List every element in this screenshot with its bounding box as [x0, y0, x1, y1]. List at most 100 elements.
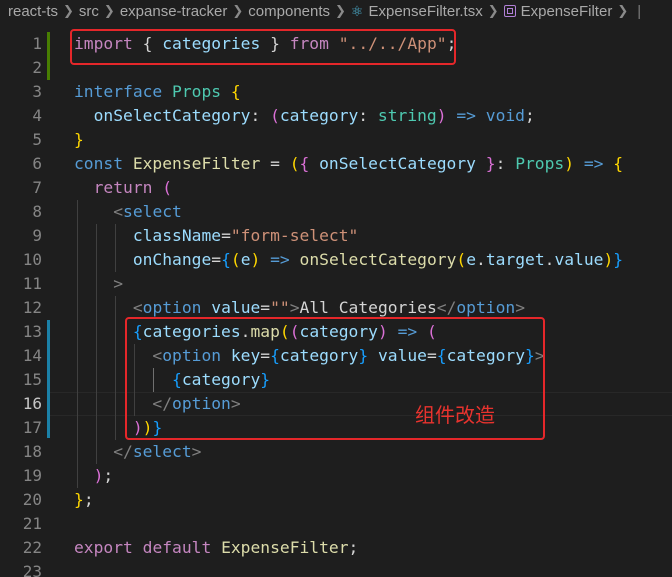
token: ( [230, 250, 241, 269]
token: > [191, 442, 202, 461]
token: : [495, 154, 516, 173]
line-number: 5 [32, 130, 42, 149]
code-line-3: interface Props { [74, 80, 241, 104]
token: onSelectCategory [319, 154, 476, 173]
token: : [358, 106, 378, 125]
token: > [113, 274, 124, 293]
line-number-active: 16 [22, 394, 42, 413]
token: . [544, 250, 555, 269]
breadcrumb-item-file[interactable]: ExpenseFilter.tsx [368, 3, 482, 20]
token: { [299, 154, 310, 173]
token: </ [113, 442, 133, 461]
token: ExpenseFilter [221, 538, 349, 557]
line-number: 13 [22, 322, 42, 341]
token: </ [436, 298, 457, 317]
token: > [289, 298, 300, 317]
line-number: 14 [22, 346, 42, 365]
line-number: 21 [22, 514, 42, 533]
chevron-right-icon: ❯ [335, 3, 346, 18]
line-number: 9 [32, 226, 42, 245]
chevron-right-icon: ❯ [103, 3, 115, 18]
git-added-indicator[interactable] [47, 32, 50, 80]
token: = [221, 226, 231, 245]
code-line-11: > [74, 272, 123, 296]
line-number: 18 [22, 442, 42, 461]
symbol-variable-icon [503, 5, 516, 17]
code-line-18: </select> [74, 440, 201, 464]
breadcrumb-item-react-ts[interactable]: react-ts [8, 3, 58, 20]
token: All Categories [299, 298, 437, 317]
token: ; [348, 538, 359, 557]
token: interface [74, 82, 163, 101]
token: e [240, 250, 251, 269]
annotation-label: 组件改造 [415, 403, 495, 427]
token: ( [162, 178, 173, 197]
token: ; [524, 106, 535, 125]
token: ExpenseFilter [132, 154, 261, 173]
token: "form-select" [230, 226, 359, 245]
token: const [74, 154, 124, 173]
breadcrumb-overflow: | [637, 2, 642, 20]
token: < [113, 202, 124, 221]
token: select [132, 442, 192, 461]
token: => [574, 154, 614, 173]
breadcrumb-item-symbol[interactable]: ExpenseFilter [521, 3, 613, 20]
line-number: 15 [22, 370, 42, 389]
token: category [279, 106, 359, 125]
line-number: 2 [32, 58, 42, 77]
token: target [485, 250, 545, 269]
token: < [132, 298, 143, 317]
git-modified-indicator[interactable] [47, 320, 50, 438]
line-number: 10 [22, 250, 42, 269]
line-number: 17 [22, 418, 42, 437]
chevron-right-icon: ❯ [617, 3, 629, 18]
line-number: 1 [32, 34, 42, 53]
code-line-22: export default ExpenseFilter; [74, 536, 358, 560]
token: ) [250, 250, 261, 269]
code-line-5: } [74, 128, 84, 152]
chevron-right-icon: ❯ [63, 3, 74, 18]
token: Props [515, 154, 565, 173]
line-number: 11 [22, 274, 42, 293]
token: default [142, 538, 212, 557]
code-editor[interactable]: react-ts ❯ src ❯ expanse-tracker ❯ compo… [0, 0, 672, 577]
token: ( [270, 106, 280, 125]
token: : [250, 106, 271, 125]
token: void [485, 106, 525, 125]
breadcrumb-item-src[interactable]: src [79, 3, 99, 20]
line-number: 7 [32, 178, 42, 197]
token: onSelectCategory [299, 250, 457, 269]
chevron-right-icon: ❯ [232, 3, 244, 18]
token: value [554, 250, 604, 269]
breadcrumb-item-components[interactable]: components [248, 3, 330, 20]
breadcrumb: react-ts ❯ src ❯ expanse-tracker ❯ compo… [0, 0, 672, 22]
line-number: 23 [22, 562, 42, 577]
token: ( [456, 250, 467, 269]
line-number: 12 [22, 298, 42, 317]
code-line-4: onSelectCategory: (category: string) => … [74, 104, 535, 128]
token: onSelectCategory [93, 106, 251, 125]
token: => [446, 106, 486, 125]
code-line-20: }; [74, 488, 94, 512]
token: onChange [132, 250, 212, 269]
token: Props [172, 82, 222, 101]
breadcrumb-item-expanse-tracker[interactable]: expanse-tracker [120, 3, 228, 20]
token: = [211, 250, 222, 269]
token: ) [436, 106, 447, 125]
highlight-box-import [70, 29, 456, 65]
token: = [260, 298, 271, 317]
line-number: 20 [22, 490, 42, 509]
